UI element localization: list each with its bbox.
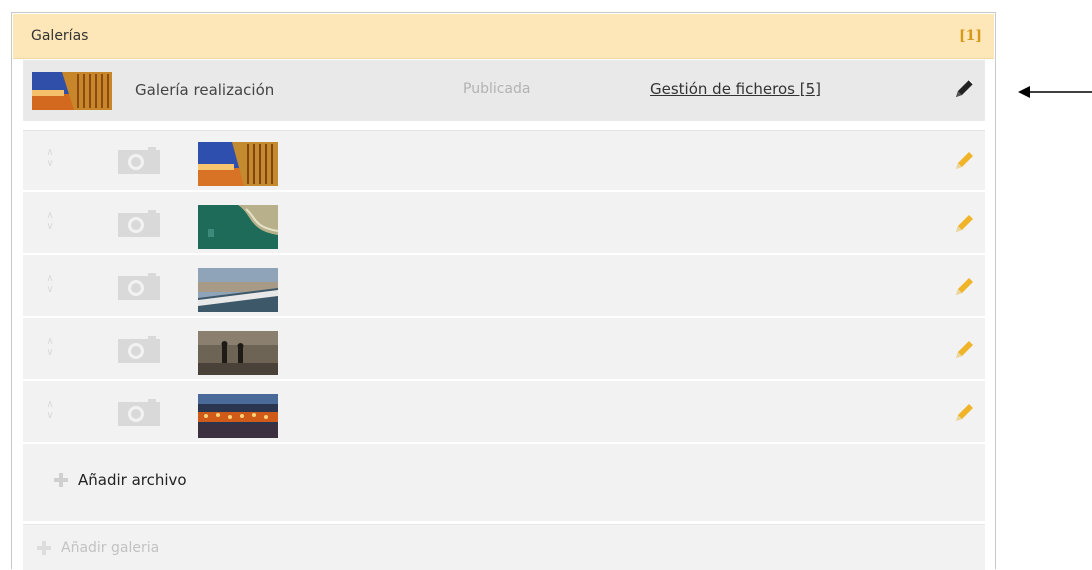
pencil-icon[interactable] [952, 149, 976, 173]
camera-icon [118, 147, 160, 174]
pencil-icon[interactable] [952, 77, 976, 101]
file-thumbnail[interactable] [198, 331, 278, 375]
camera-icon [118, 210, 160, 237]
left-arrow-icon [1018, 86, 1092, 98]
galleries-panel: Galerías [1] Galería realización Publica… [11, 12, 996, 570]
file-row[interactable]: ∧ ∨ [23, 131, 985, 192]
reorder-arrows-icon[interactable]: ∧ ∨ [45, 273, 55, 295]
file-thumbnail[interactable] [198, 268, 278, 312]
camera-icon [118, 336, 160, 363]
galleries-title: Galerías [31, 28, 89, 44]
add-file-label: Añadir archivo [78, 471, 187, 489]
file-row[interactable]: ∧ ∨ [23, 320, 985, 381]
file-thumbnail[interactable] [198, 205, 278, 249]
camera-icon [118, 399, 160, 426]
plus-icon [54, 473, 68, 487]
pencil-icon[interactable] [952, 212, 976, 236]
galleries-header: Galerías [1] [13, 14, 994, 59]
manage-files-link[interactable]: Gestión de ficheros [5] [650, 80, 821, 98]
gallery-row[interactable]: Galería realización Publicada Gestión de… [23, 60, 985, 121]
reorder-arrows-icon[interactable]: ∧ ∨ [45, 399, 55, 421]
add-file-button[interactable]: Añadir archivo [53, 471, 187, 489]
file-thumbnail[interactable] [198, 142, 278, 186]
reorder-arrows-icon[interactable]: ∧ ∨ [45, 210, 55, 232]
pencil-icon[interactable] [952, 401, 976, 425]
add-gallery-label: Añadir galeria [61, 539, 160, 556]
file-row[interactable]: ∧ ∨ [23, 194, 985, 255]
file-row[interactable]: ∧ ∨ [23, 383, 985, 444]
gallery-name: Galería realización [135, 81, 275, 99]
files-list: ∧ ∨ ∧ ∨ ∧ ∨ ∧ ∨ ∧ ∨ Añadir archivo [23, 130, 985, 521]
pencil-icon[interactable] [952, 275, 976, 299]
add-gallery-button[interactable]: Añadir galeria [23, 524, 985, 570]
plus-icon [37, 540, 51, 555]
gallery-status: Publicada [463, 81, 531, 97]
camera-icon [118, 273, 160, 300]
reorder-arrows-icon[interactable]: ∧ ∨ [45, 147, 55, 169]
file-row[interactable]: ∧ ∨ [23, 257, 985, 318]
reorder-arrows-icon[interactable]: ∧ ∨ [45, 336, 55, 358]
pencil-icon[interactable] [952, 338, 976, 362]
file-thumbnail[interactable] [198, 394, 278, 438]
galleries-count: [1] [959, 28, 982, 44]
gallery-thumbnail [32, 72, 112, 110]
